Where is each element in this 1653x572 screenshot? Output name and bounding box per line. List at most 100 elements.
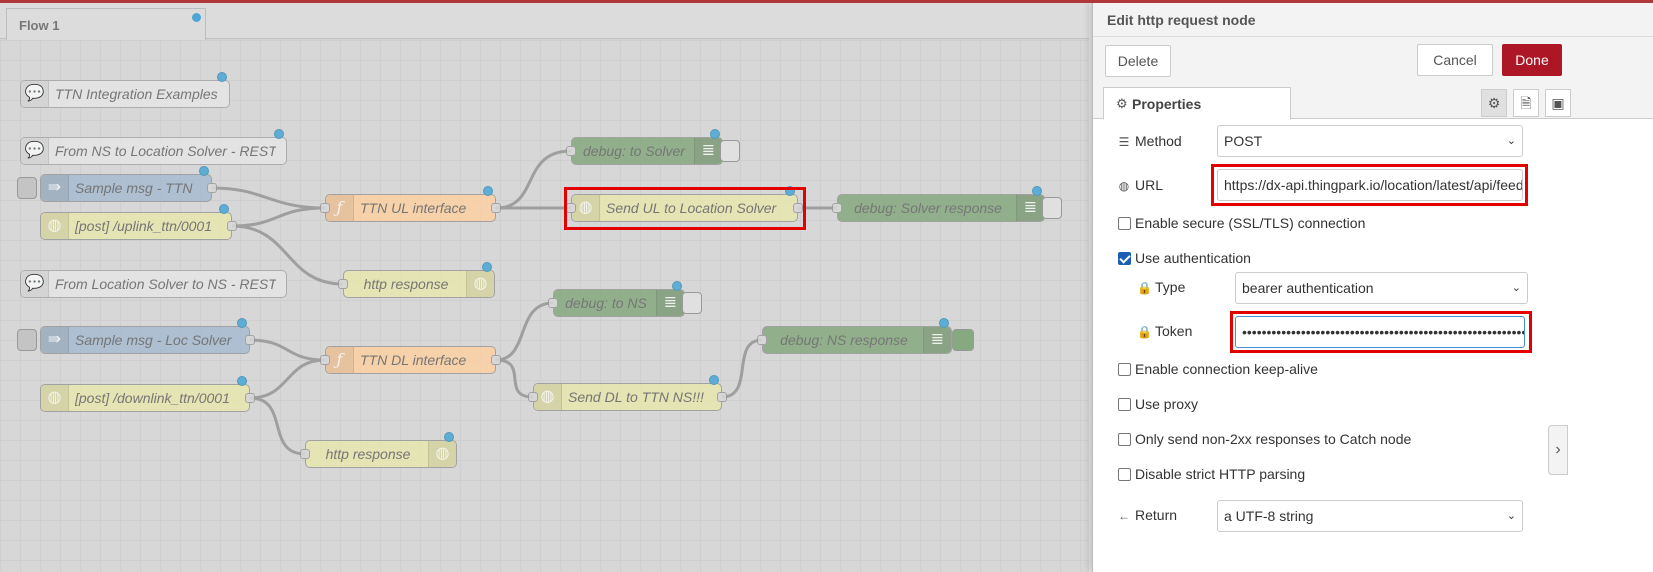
output-port[interactable] bbox=[717, 392, 727, 402]
appearance-icon: ▣ bbox=[1551, 95, 1565, 111]
ssl-checkbox[interactable] bbox=[1118, 217, 1131, 230]
output-port[interactable] bbox=[207, 183, 217, 193]
debug-list-icon: ≣ bbox=[656, 290, 684, 316]
changed-indicator-icon bbox=[192, 13, 201, 22]
top-accent-bar bbox=[0, 0, 1653, 3]
chevron-down-icon: ⌄ bbox=[1511, 282, 1521, 294]
debug-node[interactable]: debug: NS response ≣ bbox=[757, 318, 952, 354]
output-port[interactable] bbox=[227, 221, 237, 231]
output-port[interactable] bbox=[245, 393, 255, 403]
http-request-node[interactable]: ◍ Send DL to TTN NS!!! bbox=[528, 375, 727, 411]
return-label: ← Return bbox=[1118, 507, 1178, 523]
debug-node[interactable]: debug: Solver response ≣ bbox=[832, 186, 1045, 222]
debug-list-icon: ≣ bbox=[1016, 195, 1044, 221]
node-label: debug: NS response bbox=[780, 332, 908, 348]
node-label: debug: to Solver bbox=[583, 143, 685, 159]
comment-node[interactable]: 💬 From Location Solver to NS - REST bbox=[20, 270, 287, 298]
node-settings-button[interactable]: ⚙ bbox=[1481, 89, 1507, 117]
debug-toggle-button[interactable] bbox=[720, 140, 740, 162]
comment-node[interactable]: 💬 TTN Integration Examples bbox=[20, 72, 230, 108]
http-response-node[interactable]: http response ◍ bbox=[300, 432, 457, 468]
node-appearance-button[interactable]: ▣ bbox=[1545, 89, 1571, 117]
output-port[interactable] bbox=[491, 203, 501, 213]
changed-dot-icon bbox=[219, 204, 229, 214]
inject-node[interactable]: ⇛ Sample msg - Loc Solver bbox=[40, 318, 255, 354]
comment-node[interactable]: 💬 From NS to Location Solver - REST bbox=[20, 129, 287, 165]
changed-dot-icon bbox=[710, 129, 720, 139]
globe-icon: ◍ bbox=[1118, 179, 1130, 193]
http-response-node[interactable]: http response ◍ bbox=[338, 262, 495, 298]
chevron-down-icon: ⌄ bbox=[1506, 135, 1516, 147]
inject-node[interactable]: ⇛ Sample msg - TTN bbox=[40, 166, 217, 202]
return-select[interactable]: a UTF-8 string ⌄ bbox=[1217, 500, 1523, 532]
debug-toggle-button[interactable] bbox=[952, 329, 974, 351]
catch-checkbox[interactable] bbox=[1118, 433, 1131, 446]
arrow-left-icon: ← bbox=[1118, 509, 1130, 523]
node-label: From Location Solver to NS - REST bbox=[55, 276, 276, 292]
http-in-node[interactable]: ◍ [post] /downlink_ttn/0001 bbox=[40, 376, 255, 412]
changed-dot-icon bbox=[672, 281, 682, 291]
keepalive-checkbox[interactable] bbox=[1118, 363, 1131, 376]
wire bbox=[495, 149, 572, 210]
changed-dot-icon bbox=[217, 72, 227, 82]
wire bbox=[495, 301, 554, 362]
node-label: TTN Integration Examples bbox=[55, 86, 218, 102]
tray-header: Edit http request node bbox=[1093, 3, 1653, 37]
input-port[interactable] bbox=[548, 298, 558, 308]
cancel-button[interactable]: Cancel bbox=[1417, 44, 1493, 76]
wire bbox=[249, 338, 326, 362]
node-label: [post] /downlink_ttn/0001 bbox=[75, 390, 230, 406]
changed-dot-icon bbox=[237, 376, 247, 386]
flow-canvas[interactable]: 💬 TTN Integration Examples 💬 From NS to … bbox=[0, 40, 1092, 572]
node-label: debug: to NS bbox=[565, 295, 647, 311]
node-label: TTN UL interface bbox=[360, 200, 467, 216]
sidebar-toggle-button[interactable]: › bbox=[1548, 425, 1568, 475]
node-description-button[interactable]: 🗎 bbox=[1513, 89, 1539, 117]
tab-flow-1[interactable]: Flow 1 bbox=[6, 8, 206, 40]
input-port[interactable] bbox=[320, 355, 330, 365]
comment-icon: 💬 bbox=[21, 271, 49, 297]
input-port[interactable] bbox=[832, 203, 842, 213]
input-port[interactable] bbox=[528, 392, 538, 402]
gear-icon: ⚙ bbox=[1116, 96, 1128, 111]
proxy-checkbox[interactable] bbox=[1118, 398, 1131, 411]
input-port[interactable] bbox=[300, 449, 310, 459]
changed-dot-icon bbox=[199, 166, 209, 176]
input-port[interactable] bbox=[320, 203, 330, 213]
tab-label: Flow 1 bbox=[19, 18, 60, 33]
auth-type-select[interactable]: bearer authentication ⌄ bbox=[1235, 272, 1528, 304]
wire bbox=[249, 358, 326, 400]
wire bbox=[231, 206, 326, 228]
token-highlight-box bbox=[1230, 311, 1532, 353]
globe-icon: ◍ bbox=[41, 213, 69, 239]
node-label: http response bbox=[363, 276, 449, 292]
inject-arrow-icon: ⇛ bbox=[41, 175, 69, 201]
comment-icon: 💬 bbox=[21, 81, 49, 107]
changed-dot-icon bbox=[237, 318, 247, 328]
output-port[interactable] bbox=[491, 355, 501, 365]
tab-properties[interactable]: ⚙ Properties bbox=[1103, 87, 1291, 120]
auth-checkbox[interactable] bbox=[1118, 252, 1131, 265]
function-node[interactable]: ƒ TTN DL interface bbox=[320, 346, 501, 374]
strict-parsing-checkbox[interactable] bbox=[1118, 468, 1131, 481]
debug-node[interactable]: debug: to Solver ≣ bbox=[566, 129, 723, 165]
input-port[interactable] bbox=[566, 146, 576, 156]
input-port[interactable] bbox=[757, 335, 767, 345]
output-port[interactable] bbox=[245, 335, 255, 345]
node-label: Sample msg - Loc Solver bbox=[75, 332, 232, 348]
method-select[interactable]: POST ⌄ bbox=[1217, 125, 1523, 157]
delete-button[interactable]: Delete bbox=[1105, 45, 1171, 77]
debug-toggle-button[interactable] bbox=[1042, 197, 1062, 219]
inject-trigger-button[interactable] bbox=[17, 177, 37, 199]
debug-node[interactable]: debug: to NS ≣ bbox=[548, 281, 685, 317]
input-port[interactable] bbox=[338, 279, 348, 289]
inject-trigger-button[interactable] bbox=[17, 329, 37, 351]
done-button[interactable]: Done bbox=[1502, 44, 1562, 76]
node-label: Sample msg - TTN bbox=[75, 180, 193, 196]
debug-toggle-button[interactable] bbox=[682, 292, 702, 314]
function-node[interactable]: ƒ TTN UL interface bbox=[320, 186, 501, 222]
http-in-node[interactable]: ◍ [post] /uplink_ttn/0001 bbox=[40, 204, 237, 240]
changed-dot-icon bbox=[444, 432, 454, 442]
tray-title: Edit http request node bbox=[1107, 12, 1256, 28]
document-icon: 🗎 bbox=[1520, 95, 1532, 111]
